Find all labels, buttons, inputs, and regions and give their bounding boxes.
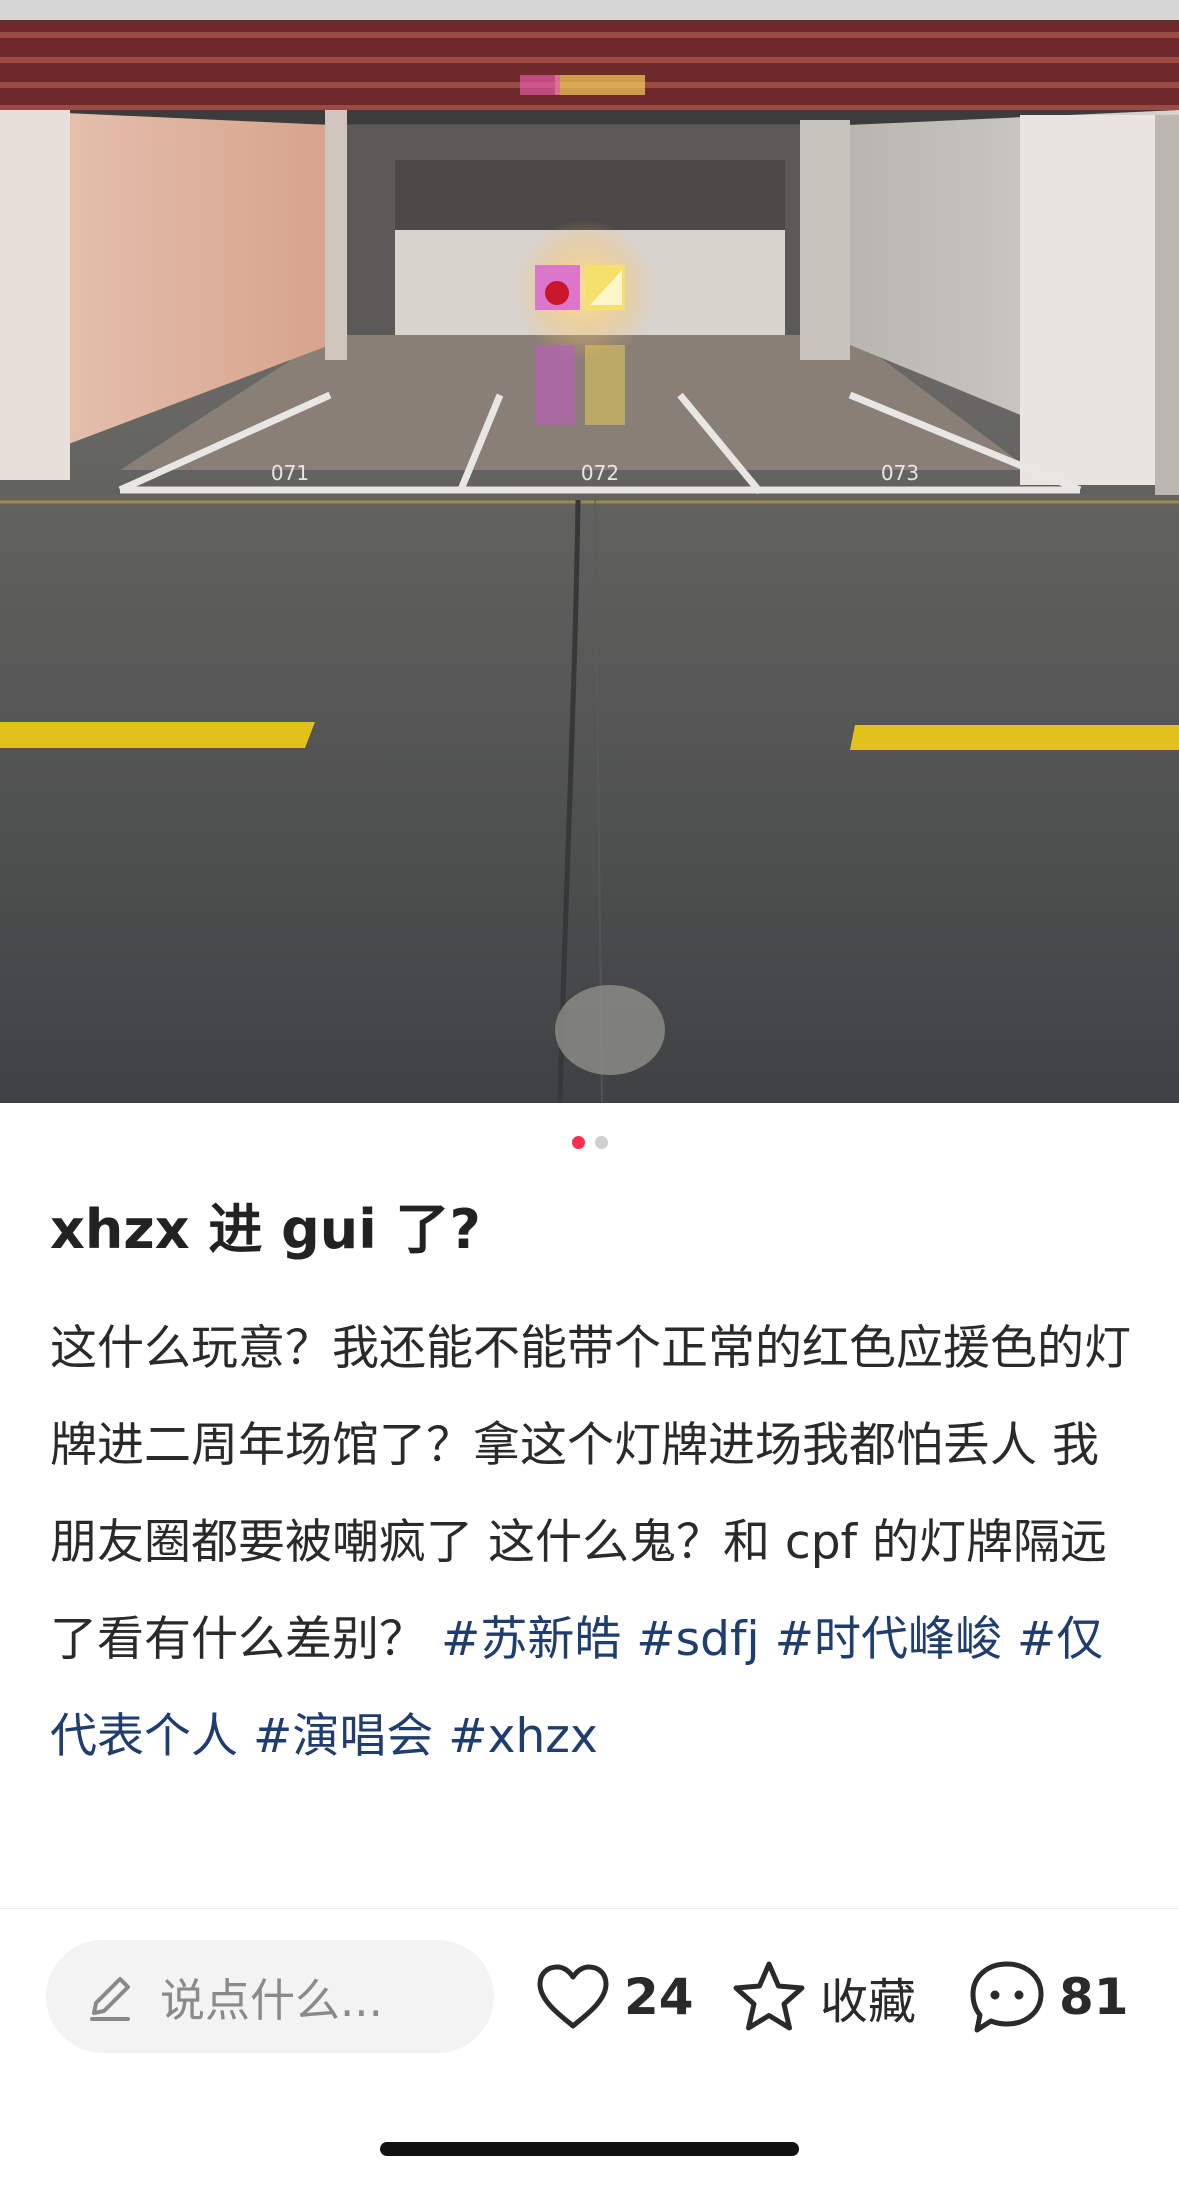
home-indicator[interactable]	[380, 2142, 799, 2156]
comment-button[interactable]: 81	[967, 1940, 1129, 2053]
favorite-label: 收藏	[820, 1973, 917, 2030]
pencil-icon	[90, 1976, 130, 2021]
comment-bubble-icon	[970, 1961, 1044, 2032]
like-count: 24	[624, 1967, 694, 2026]
stall-number-073: 073	[881, 461, 919, 485]
stall-number-071: 071	[271, 461, 309, 485]
hashtag-link[interactable]: #演唱会	[253, 1709, 433, 1764]
carousel-indicator	[0, 1136, 1179, 1152]
hashtag-link[interactable]: #时代峰峻	[775, 1612, 1002, 1667]
comment-placeholder: 说点什么...	[160, 1974, 383, 2027]
post-body: 这什么玩意？我还能不能带个正常的红色应援色的灯牌进二周年场馆了？拿这个灯牌进场我…	[50, 1300, 1140, 1785]
divider	[0, 1908, 1179, 1909]
hashtag-link[interactable]: #sdfj	[636, 1612, 759, 1667]
carousel-dot-active	[571, 1136, 585, 1149]
heart-icon	[537, 1964, 609, 2028]
star-icon	[733, 1961, 805, 2030]
post-title: xhzx 进 gui 了?	[50, 1198, 481, 1261]
comment-count: 81	[1059, 1967, 1129, 2026]
carousel-dot	[594, 1136, 608, 1149]
hashtag-link[interactable]: #苏新皓	[441, 1612, 621, 1667]
hashtag-link[interactable]: #xhzx	[448, 1709, 597, 1764]
stall-number-072: 072	[581, 461, 619, 485]
post-photo[interactable]: 071 072 073	[0, 0, 1179, 1103]
favorite-button[interactable]: 收藏	[730, 1940, 916, 2053]
comment-input[interactable]: 说点什么...	[46, 1940, 494, 2053]
like-button[interactable]: 24	[534, 1940, 694, 2053]
